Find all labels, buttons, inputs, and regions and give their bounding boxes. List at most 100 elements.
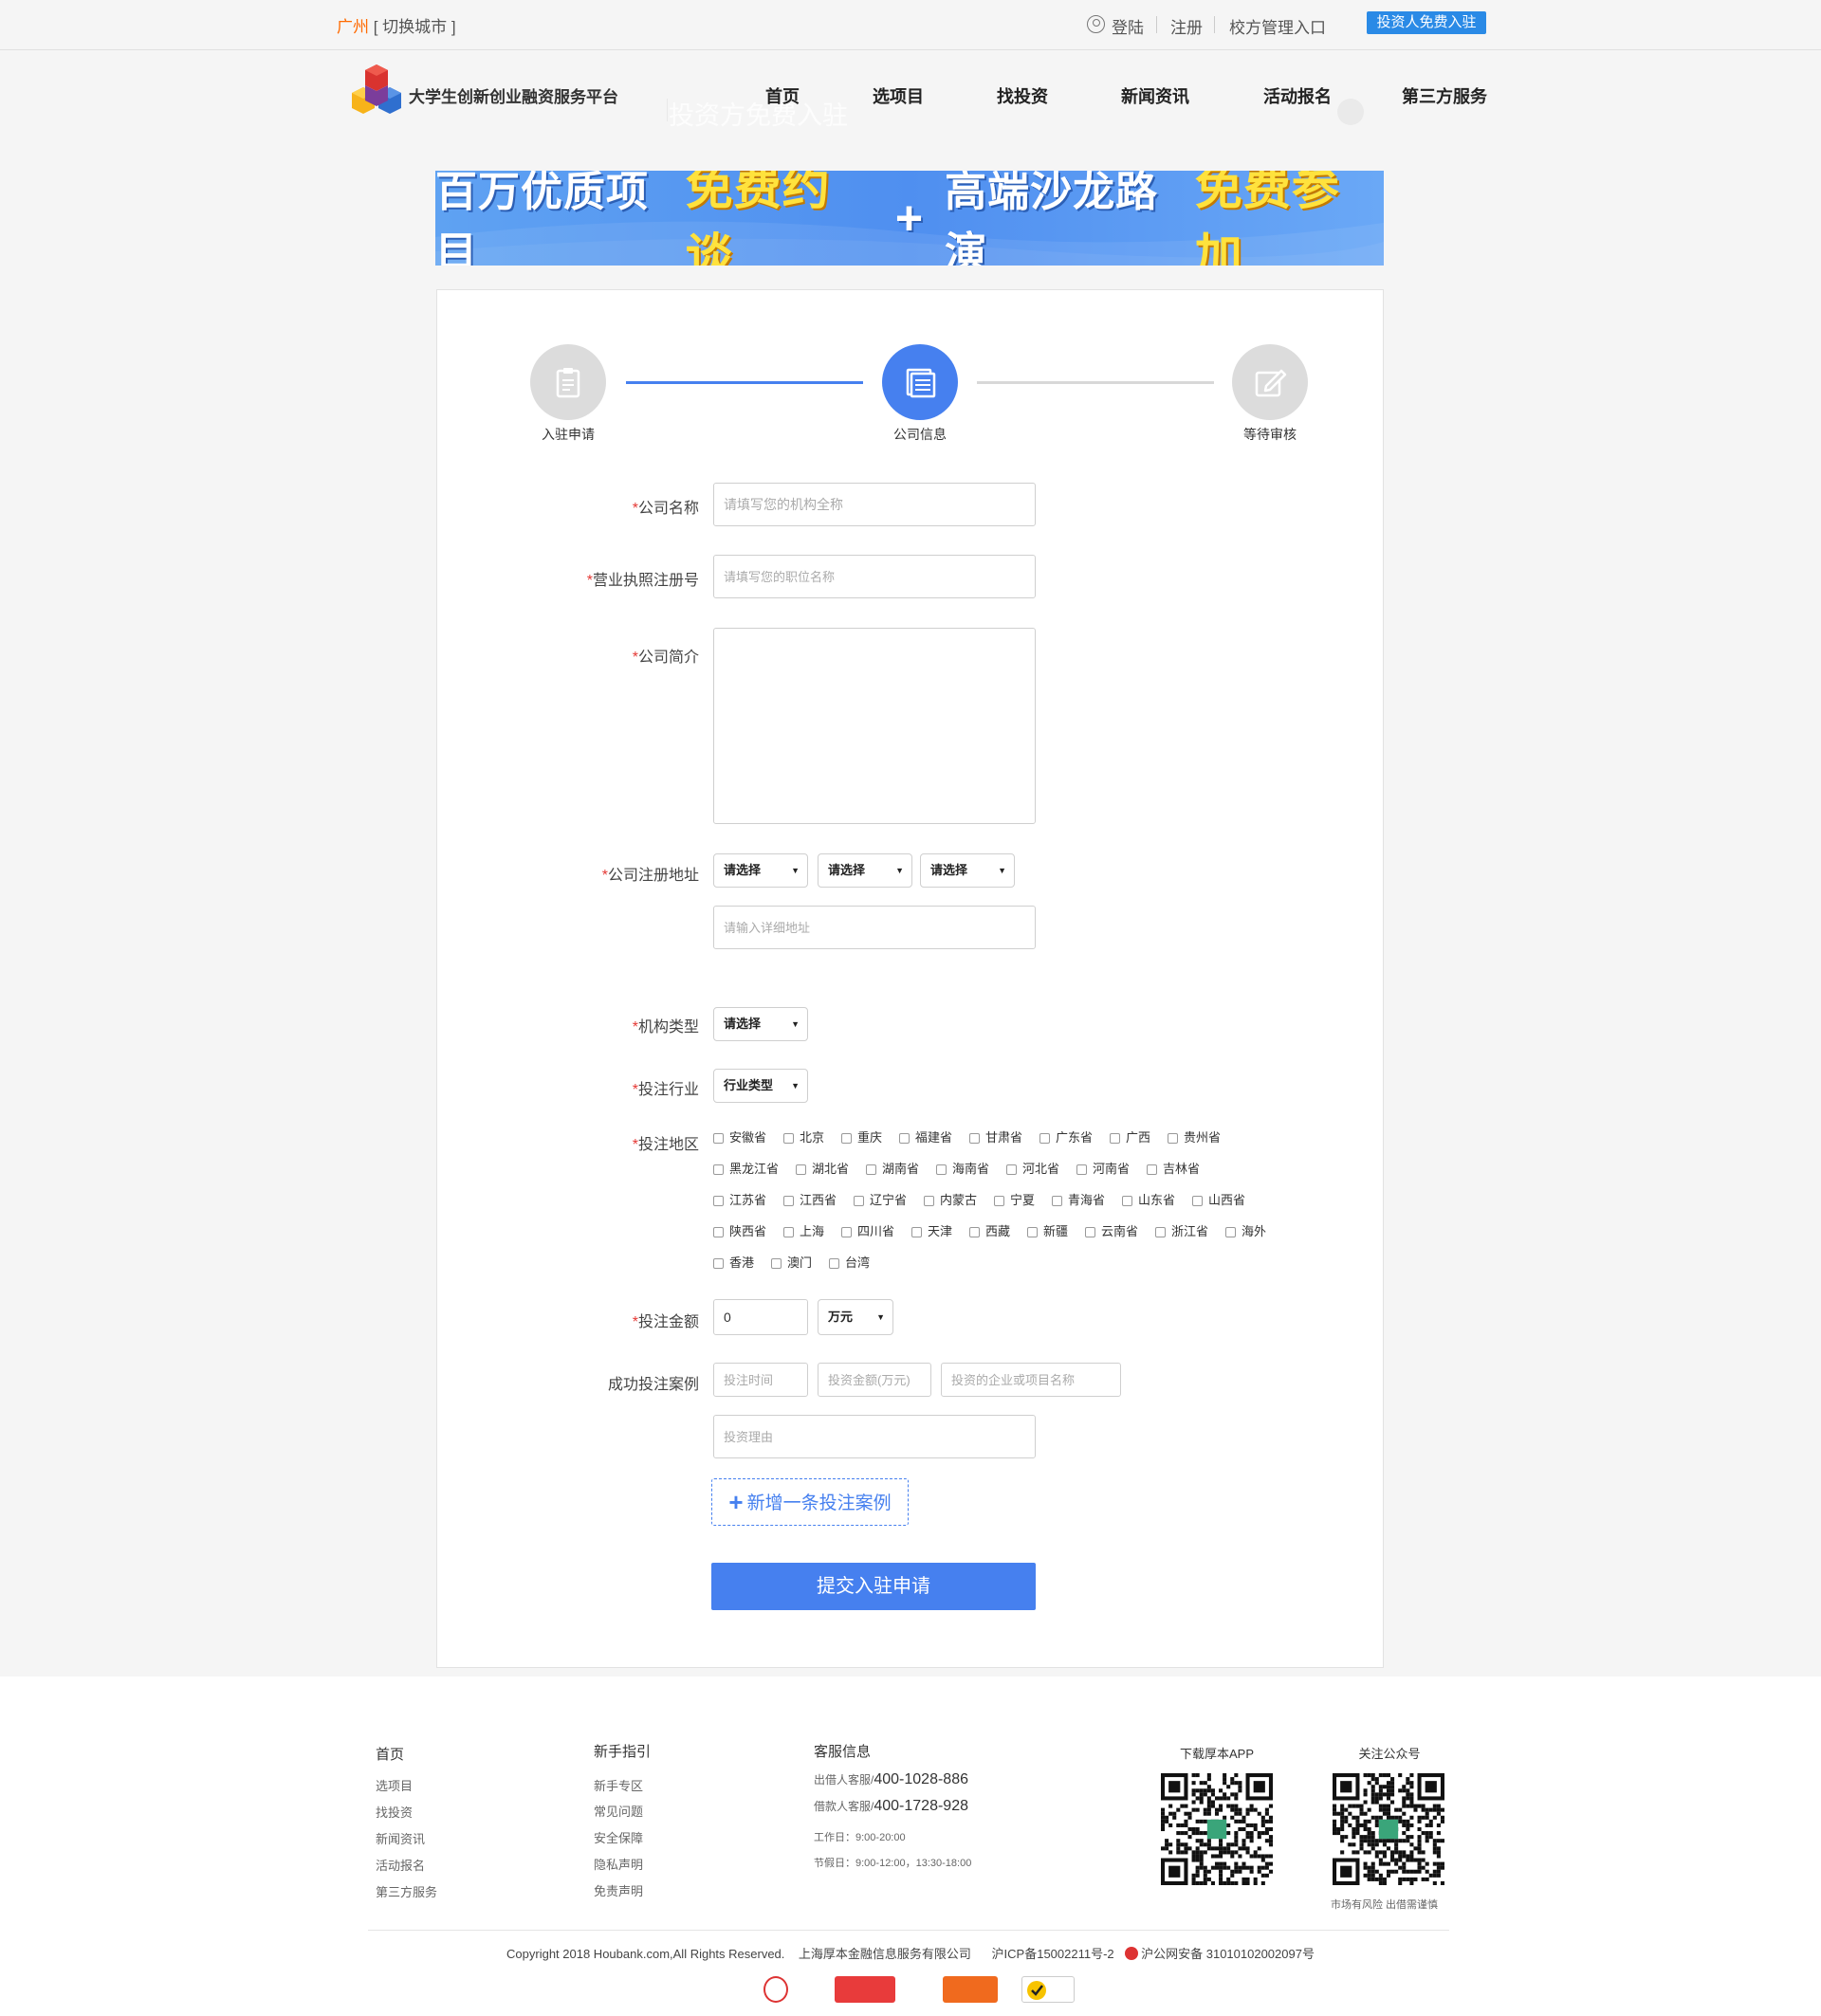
footer-link[interactable]: 安全保障 <box>594 1828 643 1846</box>
nav-third-party[interactable]: 第三方服务 <box>1402 83 1487 108</box>
region-checkbox[interactable]: 湖北省 <box>796 1161 849 1178</box>
industry-select[interactable]: 行业类型 ▼ <box>713 1069 808 1103</box>
checkbox-box[interactable] <box>969 1133 980 1144</box>
nav-projects[interactable]: 选项目 <box>873 83 924 108</box>
checkbox-box[interactable] <box>854 1196 864 1206</box>
region-checkbox[interactable]: 河南省 <box>1076 1161 1130 1178</box>
platform-logo[interactable] <box>346 64 407 123</box>
org-type-select[interactable]: 请选择 ▼ <box>713 1007 808 1041</box>
checkbox-box[interactable] <box>994 1196 1004 1206</box>
region-checkbox[interactable]: 江西省 <box>783 1192 837 1209</box>
region-checkbox[interactable]: 西藏 <box>969 1223 1010 1240</box>
amount-unit-select[interactable]: 万元 ▼ <box>818 1299 893 1335</box>
checkbox-box[interactable] <box>713 1133 724 1144</box>
footer-link[interactable]: 常见问题 <box>594 1802 643 1820</box>
region-checkbox[interactable]: 河北省 <box>1006 1161 1059 1178</box>
checkbox-box[interactable] <box>713 1196 724 1206</box>
checkbox-box[interactable] <box>1076 1164 1087 1175</box>
city-selector[interactable]: 广州 [ 切换城市 ] <box>337 13 456 37</box>
login-link[interactable]: 登陆 <box>1112 14 1144 38</box>
norton-secured-badge[interactable] <box>1021 1976 1075 2003</box>
checkbox-box[interactable] <box>911 1227 922 1237</box>
region-checkbox[interactable]: 广西 <box>1110 1129 1150 1146</box>
company-name-input[interactable] <box>713 483 1036 526</box>
footer-link[interactable]: 隐私声明 <box>594 1855 643 1873</box>
case-time-input[interactable] <box>713 1363 808 1397</box>
checkbox-box[interactable] <box>713 1164 724 1175</box>
checkbox-box[interactable] <box>783 1133 794 1144</box>
city-select[interactable]: 请选择 ▼ <box>818 853 912 888</box>
region-checkbox[interactable]: 贵州省 <box>1168 1129 1221 1146</box>
checkbox-box[interactable] <box>783 1196 794 1206</box>
submit-application-button[interactable]: 提交入驻申请 <box>711 1563 1036 1610</box>
checkbox-box[interactable] <box>1147 1164 1157 1175</box>
checkbox-box[interactable] <box>936 1164 947 1175</box>
credit-site-badge[interactable] <box>835 1976 895 2003</box>
footer-link[interactable]: 第三方服务 <box>376 1882 437 1900</box>
region-checkbox[interactable]: 海外 <box>1225 1223 1266 1240</box>
footer-link[interactable]: 选项目 <box>376 1776 413 1794</box>
nav-home[interactable]: 首页 <box>765 83 800 108</box>
region-checkbox[interactable]: 江苏省 <box>713 1192 766 1209</box>
register-link[interactable]: 注册 <box>1170 14 1203 38</box>
region-checkbox[interactable]: 黑龙江省 <box>713 1161 779 1178</box>
region-checkbox[interactable]: 北京 <box>783 1129 824 1146</box>
footer-home-link[interactable]: 首页 <box>376 1744 404 1764</box>
checkbox-box[interactable] <box>829 1258 839 1269</box>
checkbox-box[interactable] <box>771 1258 782 1269</box>
checkbox-box[interactable] <box>713 1227 724 1237</box>
checkbox-box[interactable] <box>899 1133 910 1144</box>
current-city[interactable]: 广州 <box>337 18 369 36</box>
region-checkbox[interactable]: 四川省 <box>841 1223 894 1240</box>
footer-link[interactable]: 新手专区 <box>594 1776 643 1794</box>
region-checkbox[interactable]: 浙江省 <box>1155 1223 1208 1240</box>
checkbox-box[interactable] <box>783 1227 794 1237</box>
region-checkbox[interactable]: 天津 <box>911 1223 952 1240</box>
footer-link[interactable]: 找投资 <box>376 1803 413 1821</box>
region-checkbox[interactable]: 内蒙古 <box>924 1192 977 1209</box>
investor-join-button[interactable]: 投资人免费入驻 <box>1367 11 1486 34</box>
district-select[interactable]: 请选择 ▼ <box>920 853 1015 888</box>
region-checkbox[interactable]: 新疆 <box>1027 1223 1068 1240</box>
checkbox-box[interactable] <box>1168 1133 1178 1144</box>
region-checkbox[interactable]: 宁夏 <box>994 1192 1035 1209</box>
region-checkbox[interactable]: 湖南省 <box>866 1161 919 1178</box>
region-checkbox[interactable]: 海南省 <box>936 1161 989 1178</box>
region-checkbox[interactable]: 陕西省 <box>713 1223 766 1240</box>
amount-input[interactable] <box>713 1299 808 1335</box>
checkbox-box[interactable] <box>866 1164 876 1175</box>
region-checkbox[interactable]: 甘肃省 <box>969 1129 1022 1146</box>
checkbox-box[interactable] <box>1039 1133 1050 1144</box>
region-checkbox[interactable]: 台湾 <box>829 1255 870 1272</box>
region-checkbox[interactable]: 广东省 <box>1039 1129 1093 1146</box>
checkbox-box[interactable] <box>1027 1227 1038 1237</box>
checkbox-box[interactable] <box>796 1164 806 1175</box>
region-checkbox[interactable]: 安徽省 <box>713 1129 766 1146</box>
region-checkbox[interactable]: 福建省 <box>899 1129 952 1146</box>
checkbox-box[interactable] <box>841 1227 852 1237</box>
region-checkbox[interactable]: 辽宁省 <box>854 1192 907 1209</box>
license-number-input[interactable] <box>713 555 1036 598</box>
province-select[interactable]: 请选择 ▼ <box>713 853 808 888</box>
switch-city-link[interactable]: [ 切换城市 ] <box>374 18 456 36</box>
footer-link[interactable]: 免责声明 <box>594 1881 643 1899</box>
checkbox-box[interactable] <box>924 1196 934 1206</box>
trusted-site-badge[interactable] <box>943 1976 998 2003</box>
region-checkbox[interactable]: 吉林省 <box>1147 1161 1200 1178</box>
region-checkbox[interactable]: 山西省 <box>1192 1192 1245 1209</box>
region-checkbox[interactable]: 重庆 <box>841 1129 882 1146</box>
promo-banner[interactable]: 百万优质项目 免费约谈 + 高端沙龙路演 免费参加 <box>435 171 1384 266</box>
checkbox-box[interactable] <box>1110 1133 1120 1144</box>
region-checkbox[interactable]: 青海省 <box>1052 1192 1105 1209</box>
checkbox-box[interactable] <box>969 1227 980 1237</box>
case-name-input[interactable] <box>941 1363 1121 1397</box>
detail-address-input[interactable] <box>713 906 1036 949</box>
trust-seal-icon[interactable] <box>763 1976 788 2003</box>
region-checkbox[interactable]: 香港 <box>713 1255 754 1272</box>
checkbox-box[interactable] <box>713 1258 724 1269</box>
region-checkbox[interactable]: 上海 <box>783 1223 824 1240</box>
checkbox-box[interactable] <box>841 1133 852 1144</box>
checkbox-box[interactable] <box>1052 1196 1062 1206</box>
case-amount-input[interactable] <box>818 1363 931 1397</box>
school-admin-link[interactable]: 校方管理入口 <box>1229 14 1326 38</box>
